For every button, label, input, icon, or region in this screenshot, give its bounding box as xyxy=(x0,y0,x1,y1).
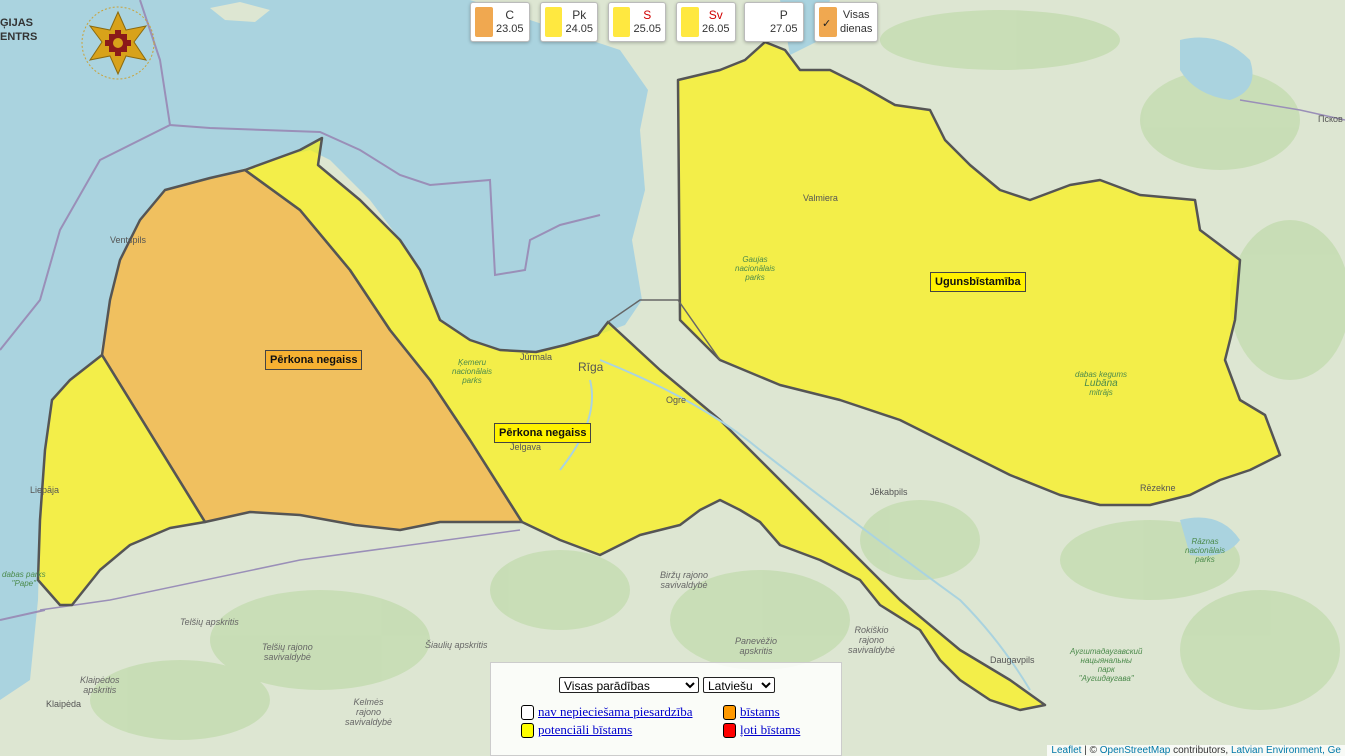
park-label: Gaujas nacionālais parks xyxy=(735,255,776,282)
legend-swatch xyxy=(723,722,736,738)
city-label-valmiera: Valmiera xyxy=(803,193,838,203)
language-select[interactable]: Latviešu xyxy=(703,677,775,693)
city-label-jekabpils: Jēkabpils xyxy=(870,487,908,497)
day-color-swatch xyxy=(613,7,631,37)
park-label: Аугштадаугавский нацыянальны парк "Аугшдауг… xyxy=(1070,647,1143,683)
city-label-ogre: Ogre xyxy=(666,395,687,405)
all-days-label: dienas xyxy=(840,23,873,35)
day-button-monday[interactable]: P 27.05 xyxy=(744,2,804,42)
warning-label-fire-danger[interactable]: Ugunsbīstamība xyxy=(930,272,1026,292)
city-label-daugavpils: Daugavpils xyxy=(990,655,1035,665)
logo-text: ĢIJAS ENTRS xyxy=(0,17,38,43)
region-label: Telšių apskritis xyxy=(180,617,239,627)
legend-swatch xyxy=(723,704,736,720)
legend-item-dangerous[interactable]: bīstams xyxy=(723,704,780,720)
region-label: Biržų rajono savivaldybė xyxy=(660,570,709,590)
park-label: dabas kegums Lubāna mitrājs xyxy=(1075,370,1128,397)
warning-label-thunderstorm-yellow[interactable]: Pērkona negaiss xyxy=(494,423,592,443)
day-color-swatch xyxy=(475,7,493,37)
legend-panel: Visas parādības Latviešu nav nepieciešam… xyxy=(490,662,842,756)
day-name: P xyxy=(779,8,788,22)
all-days-label: Visas xyxy=(842,9,870,21)
region-label: Rokiškio rajono savivaldybė xyxy=(848,625,896,655)
park-label: dabas parks "Pape" xyxy=(2,570,46,588)
legend-item-no-caution[interactable]: nav nepieciešama piesardzība xyxy=(521,704,692,720)
park-label: Rāznas nacionālais parks xyxy=(1185,537,1226,564)
lvgmc-link[interactable]: Latvian Environment, Ge xyxy=(1231,745,1341,756)
day-button-thursday[interactable]: C 23.05 xyxy=(470,2,530,42)
city-label-riga: Rīga xyxy=(578,360,604,374)
attribution-separator: | © xyxy=(1081,745,1100,756)
check-icon: ✓ xyxy=(822,18,832,30)
day-name: C xyxy=(505,8,515,22)
day-color-swatch xyxy=(545,7,563,37)
region-label: Kelmės rajono savivaldybė xyxy=(345,697,393,727)
day-date: 23.05 xyxy=(496,23,524,35)
fire-rescue-emblem xyxy=(81,6,155,80)
city-label-liepaja: Liepāja xyxy=(30,485,60,495)
day-button-friday[interactable]: Pk 24.05 xyxy=(540,2,598,42)
map-canvas[interactable] xyxy=(0,0,1345,756)
legend-swatch xyxy=(521,704,534,720)
legend-label: ļoti bīstams xyxy=(740,722,801,737)
city-label-pskov: Псков xyxy=(1318,114,1343,124)
osm-link[interactable]: OpenStreetMap xyxy=(1100,745,1171,756)
city-label-jelgava: Jelgava xyxy=(510,442,542,452)
day-date: 26.05 xyxy=(702,23,730,35)
warning-label-thunderstorm-orange[interactable]: Pērkona negaiss xyxy=(265,350,363,370)
legend-item-potentially-dangerous[interactable]: potenciāli bīstams xyxy=(521,722,632,738)
legend-item-very-dangerous[interactable]: ļoti bīstams xyxy=(723,722,800,738)
phenomena-select[interactable]: Visas parādības xyxy=(559,677,699,693)
legend-swatch xyxy=(521,722,534,738)
day-color-swatch: ✓ xyxy=(819,7,837,37)
day-date: 25.05 xyxy=(633,23,661,35)
legend-label: bīstams xyxy=(740,704,780,719)
map-attribution: Leaflet | © OpenStreetMap contributors, … xyxy=(1047,745,1345,756)
city-label-rezekne: Rēzekne xyxy=(1140,483,1176,493)
day-name: Pk xyxy=(572,8,587,22)
region-label: Panevėžio apskritis xyxy=(735,636,778,656)
city-label-ventspils: Ventspils xyxy=(110,235,147,245)
city-label-klaipeda: Klaipėda xyxy=(46,699,82,709)
day-button-sunday[interactable]: Sv 26.05 xyxy=(676,2,736,42)
day-color-swatch xyxy=(681,7,699,37)
attribution-text: contributors, xyxy=(1170,745,1231,756)
day-name: S xyxy=(643,8,652,22)
city-label-jurmala: Jūrmala xyxy=(520,352,553,362)
region-label: Klaipėdos apskritis xyxy=(80,675,120,695)
region-label: Telšių rajono savivaldybė xyxy=(262,642,313,662)
park-label: Ķemeru nacionālais parks xyxy=(452,358,493,385)
day-date: 24.05 xyxy=(565,23,593,35)
day-name: Sv xyxy=(708,8,723,22)
all-days-button[interactable]: ✓ Visas dienas xyxy=(814,2,878,42)
leaflet-link[interactable]: Leaflet xyxy=(1051,745,1081,756)
day-color-swatch xyxy=(749,7,767,37)
day-button-saturday[interactable]: S 25.05 xyxy=(608,2,666,42)
legend-label: nav nepieciešama piesardzība xyxy=(538,704,693,719)
legend-label: potenciāli bīstams xyxy=(538,722,633,737)
day-date: 27.05 xyxy=(770,23,798,35)
region-label: Šiaulių apskritis xyxy=(425,640,488,650)
